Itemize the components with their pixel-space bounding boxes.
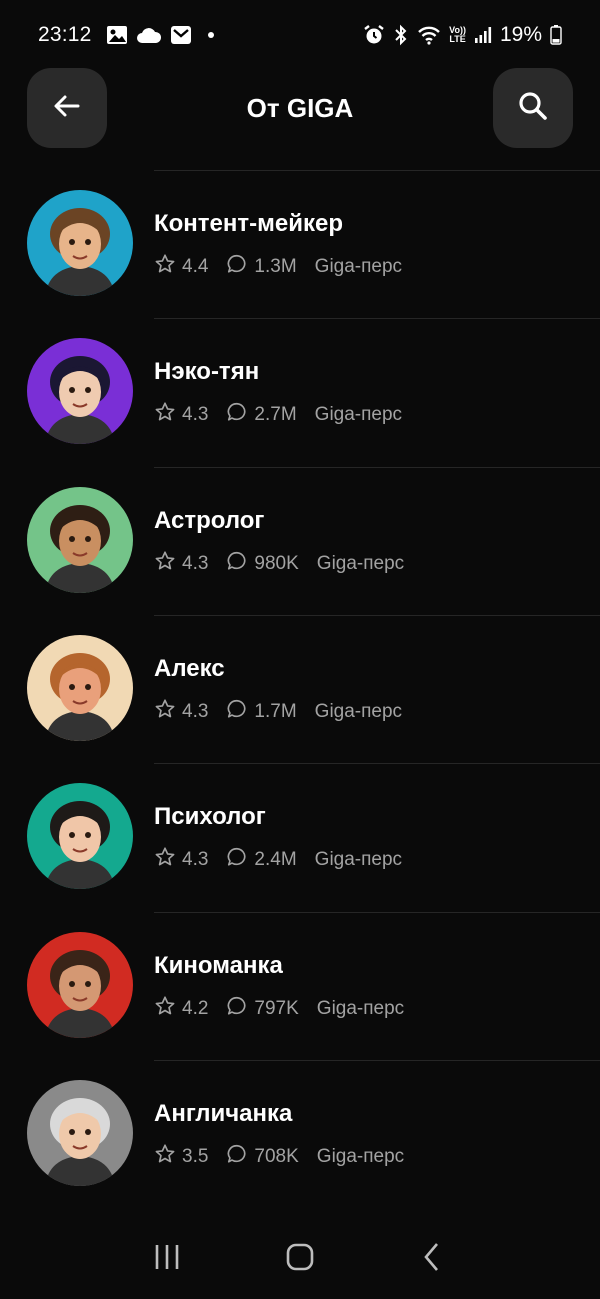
rating-value: 3.5 — [182, 1145, 209, 1167]
character-tag: Giga-перс — [314, 256, 403, 277]
character-stats: 4.3 1.7M Giga-перс — [154, 698, 402, 726]
character-avatar — [27, 190, 133, 296]
character-name: Астролог — [154, 506, 265, 534]
character-list-item[interactable]: Киноманка 4.2 797K Giga-перс — [0, 912, 600, 1060]
top-app-bar: От GIGA — [0, 68, 600, 148]
character-stats: 4.3 980K Giga-перс — [154, 550, 404, 578]
chats-count: 708K — [254, 1145, 299, 1167]
character-list-item[interactable]: Нэко-тян 4.3 2.7M Giga-перс — [0, 318, 600, 466]
home-button[interactable] — [270, 1229, 330, 1289]
system-nav-bar — [0, 1219, 600, 1299]
star-icon — [154, 253, 176, 281]
rating-value: 4.3 — [182, 552, 209, 574]
back-icon — [418, 1242, 448, 1277]
character-list-item[interactable]: Англичанка 3.5 708K Giga-перс — [0, 1060, 600, 1208]
character-stats: 4.4 1.3M Giga-перс — [154, 253, 402, 281]
character-name: Англичанка — [154, 1099, 293, 1127]
star-icon — [154, 401, 176, 429]
alarm-icon — [363, 24, 385, 46]
character-name: Алекс — [154, 654, 225, 682]
character-stats: 4.2 797K Giga-перс — [154, 995, 404, 1023]
star-icon — [154, 1143, 176, 1171]
character-list-item[interactable]: Психолог 4.3 2.4M Giga-перс — [0, 763, 600, 911]
mail-icon — [170, 25, 192, 45]
character-tag: Giga-перс — [316, 552, 405, 574]
volte-bottom-label: LTE — [449, 34, 466, 44]
bluetooth-icon — [393, 24, 409, 46]
image-icon — [106, 25, 128, 45]
nav-back-button[interactable] — [403, 1229, 463, 1289]
character-tag: Giga-перс — [314, 849, 403, 871]
character-name: Контент-мейкер — [154, 210, 344, 237]
character-name: Психолог — [154, 803, 266, 831]
rating-value: 4.3 — [182, 700, 209, 722]
rating-value: 4.3 — [182, 849, 209, 871]
chat-bubble-icon — [226, 698, 248, 726]
star-icon — [154, 550, 176, 578]
battery-icon — [550, 25, 562, 45]
chat-bubble-icon — [226, 846, 248, 874]
character-avatar — [27, 486, 133, 593]
wifi-icon — [417, 25, 441, 45]
battery-percent: 19% — [499, 23, 542, 46]
status-bar-left: 23:12 — [38, 23, 214, 47]
character-list-item[interactable]: Алекс 4.3 1.7M Giga-перс — [0, 615, 600, 763]
rating-value: 4.3 — [182, 404, 209, 426]
rating-value: 4.2 — [182, 997, 209, 1019]
character-tag: Giga-перс — [314, 700, 403, 722]
character-tag: Giga-перс — [316, 1145, 405, 1167]
home-icon — [285, 1242, 315, 1277]
rating-value: 4.4 — [182, 256, 209, 277]
chats-count: 2.7M — [254, 404, 297, 426]
character-avatar — [27, 338, 133, 445]
chat-bubble-icon — [226, 401, 248, 429]
character-stats: 4.3 2.4M Giga-перс — [154, 846, 402, 874]
signal-icon — [474, 26, 492, 44]
recent-apps-button[interactable] — [137, 1229, 197, 1289]
character-avatar — [27, 634, 133, 741]
chat-bubble-icon — [226, 1143, 248, 1171]
star-icon — [154, 995, 176, 1023]
chats-count: 1.3M — [254, 256, 297, 277]
chats-count: 980K — [254, 552, 299, 574]
dot-icon — [207, 32, 214, 38]
character-tag: Giga-перс — [314, 404, 403, 426]
volte-icon: Vo)) LTE — [449, 26, 466, 44]
search-button[interactable] — [493, 68, 573, 148]
character-name: Нэко-тян — [154, 358, 260, 386]
character-stats: 3.5 708K Giga-перс — [154, 1143, 404, 1171]
chat-bubble-icon — [226, 995, 248, 1023]
star-icon — [154, 698, 176, 726]
character-list-item[interactable]: Контент-мейкер 4.4 1.3M Giga-перс — [0, 170, 600, 318]
character-name: Киноманка — [154, 951, 283, 979]
status-bar-right: Vo)) LTE 19% — [363, 23, 562, 47]
chats-count: 1.7M — [254, 700, 297, 722]
chats-count: 797K — [254, 997, 299, 1019]
recent-apps-icon — [152, 1242, 182, 1277]
chat-bubble-icon — [226, 550, 248, 578]
status-time: 23:12 — [38, 23, 92, 46]
character-tag: Giga-перс — [316, 997, 405, 1019]
status-bar: 23:12 Vo)) LTE 19% — [0, 0, 600, 70]
character-avatar — [27, 783, 133, 890]
character-stats: 4.3 2.7M Giga-перс — [154, 401, 402, 429]
character-avatar — [27, 931, 133, 1038]
character-list-item[interactable]: Астролог 4.3 980K Giga-перс — [0, 467, 600, 615]
chat-bubble-icon — [226, 253, 248, 281]
star-icon — [154, 846, 176, 874]
chats-count: 2.4M — [254, 849, 297, 871]
cloud-icon — [136, 26, 162, 44]
search-icon — [517, 90, 549, 127]
character-avatar — [27, 1079, 133, 1186]
